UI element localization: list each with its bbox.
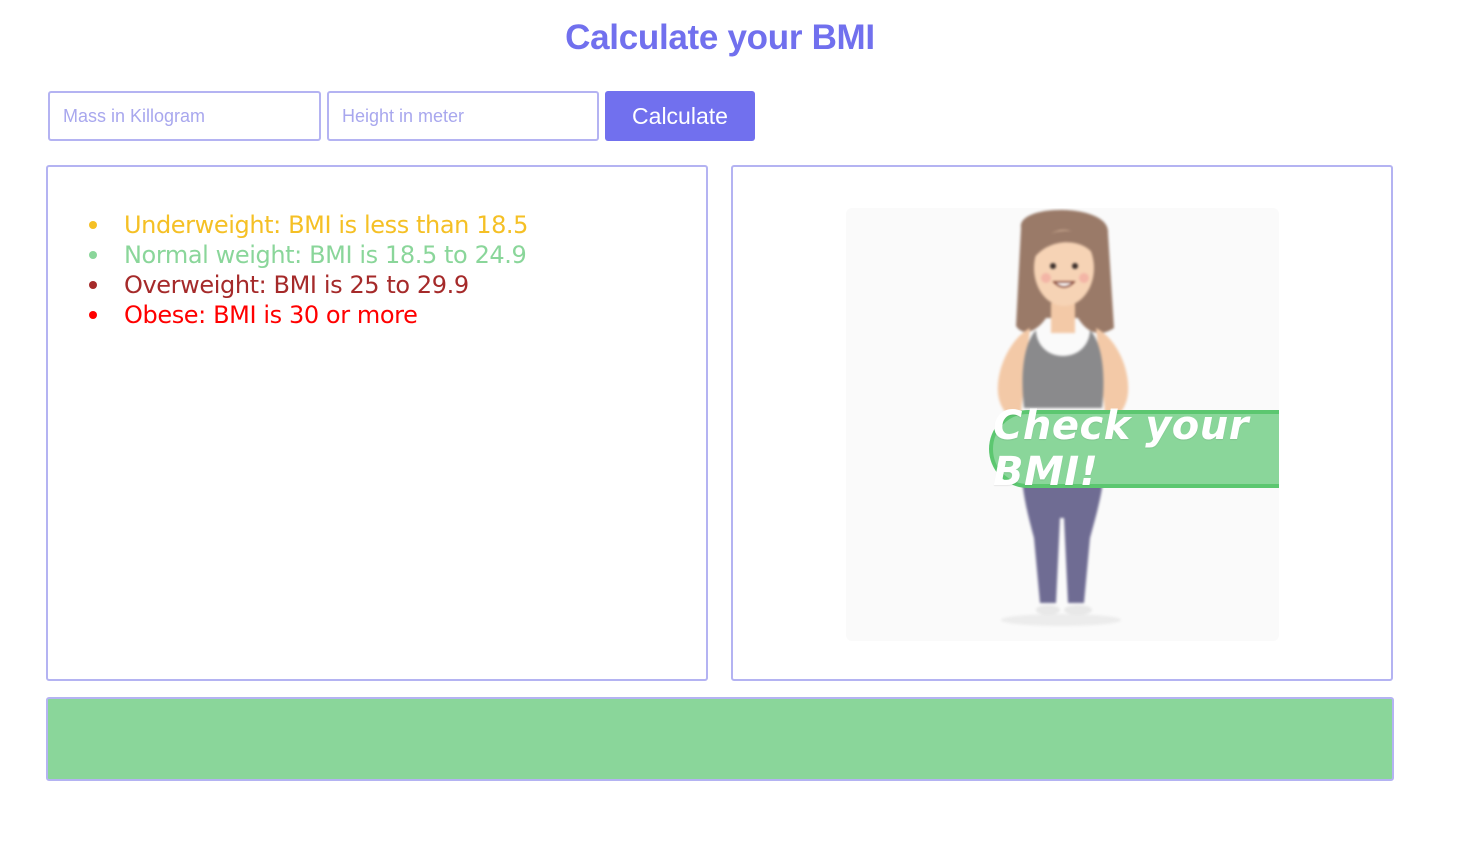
mass-input[interactable]: [48, 91, 321, 141]
bullet-icon: [89, 251, 97, 259]
category-overweight: Overweight: BMI is 25 to 29.9: [88, 270, 528, 300]
category-normal: Normal weight: BMI is 18.5 to 24.9: [88, 240, 528, 270]
category-label: Overweight: BMI is 25 to 29.9: [124, 271, 469, 299]
category-underweight: Underweight: BMI is less than 18.5: [88, 210, 528, 240]
category-label: Obese: BMI is 30 or more: [124, 301, 418, 329]
calculate-button[interactable]: Calculate: [605, 91, 755, 141]
bmi-categories-list: Underweight: BMI is less than 18.5 Norma…: [88, 210, 528, 330]
bullet-icon: [89, 311, 97, 319]
bullet-icon: [89, 281, 97, 289]
bmi-page: Calculate your BMI Calculate Underweight…: [0, 0, 1472, 843]
bmi-form: Calculate: [48, 91, 755, 141]
height-input[interactable]: [327, 91, 599, 141]
bmi-result-bar: [46, 697, 1394, 781]
category-obese: Obese: BMI is 30 or more: [88, 300, 528, 330]
illustration-panel: Check your BMI!: [731, 165, 1393, 681]
bullet-icon: [89, 221, 97, 229]
woman-illustration: Check your BMI!: [846, 208, 1279, 641]
category-label: Normal weight: BMI is 18.5 to 24.9: [124, 241, 527, 269]
category-label: Underweight: BMI is less than 18.5: [124, 211, 529, 239]
check-bmi-badge: Check your BMI!: [989, 403, 1279, 495]
page-title: Calculate your BMI: [565, 18, 875, 57]
bmi-categories-panel: Underweight: BMI is less than 18.5 Norma…: [46, 165, 708, 681]
